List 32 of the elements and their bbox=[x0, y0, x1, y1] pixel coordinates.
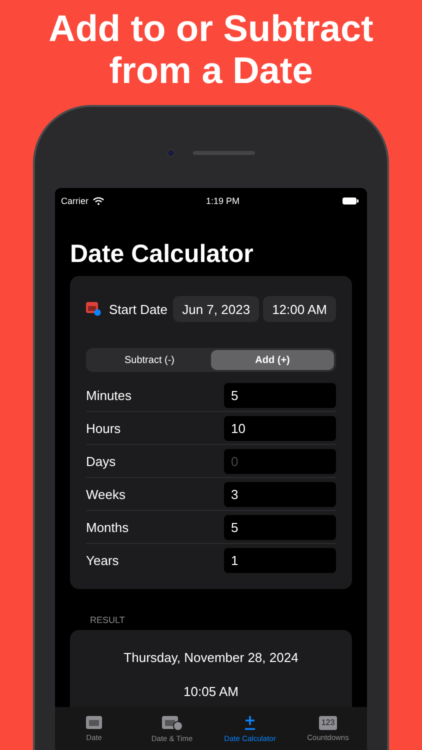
calendar-icon bbox=[86, 302, 101, 316]
battery-icon bbox=[342, 196, 359, 204]
page-title: Date Calculator bbox=[69, 239, 254, 270]
result-time: 10:05 AM bbox=[184, 684, 238, 699]
segment-option[interactable]: Subtract (-) bbox=[88, 350, 211, 370]
calendar-clock-icon bbox=[161, 714, 183, 730]
field-label: Months bbox=[86, 520, 129, 534]
start-date-label: Start Date bbox=[109, 302, 169, 316]
camera bbox=[167, 148, 175, 156]
date-picker[interactable]: Jun 7, 2023 bbox=[173, 296, 260, 322]
wifi-icon bbox=[92, 196, 104, 204]
field-label: Weeks bbox=[86, 486, 126, 502]
result-heading: RESULT bbox=[89, 614, 126, 627]
field-label: Minutes bbox=[86, 388, 132, 402]
number-input-field[interactable]: 5 bbox=[224, 514, 336, 540]
field-label: Days bbox=[86, 454, 116, 468]
headline: Add to or Subtract from a Date bbox=[48, 7, 374, 93]
result-date: Thursday, November 28, 2024 bbox=[124, 650, 298, 665]
status-time: 1:19 PM bbox=[206, 196, 240, 206]
numbers-icon: 123 bbox=[319, 716, 337, 730]
field-label: Hours bbox=[86, 420, 121, 436]
time-picker[interactable]: 12:00 AM bbox=[263, 296, 336, 322]
number-input-field[interactable]: 10 bbox=[224, 416, 336, 440]
calendar-icon bbox=[85, 715, 103, 730]
number-input-field[interactable]: 0 bbox=[224, 448, 336, 474]
carrier-label: Carrier bbox=[61, 196, 89, 206]
plus-minus-icon bbox=[243, 714, 257, 730]
number-input-field[interactable]: 1 bbox=[224, 548, 336, 573]
number-input-field[interactable]: 3 bbox=[224, 482, 336, 506]
number-input-field[interactable]: 5 bbox=[224, 382, 336, 408]
field-label: Years bbox=[86, 553, 119, 568]
segment-option[interactable]: Add (+) bbox=[211, 350, 334, 370]
